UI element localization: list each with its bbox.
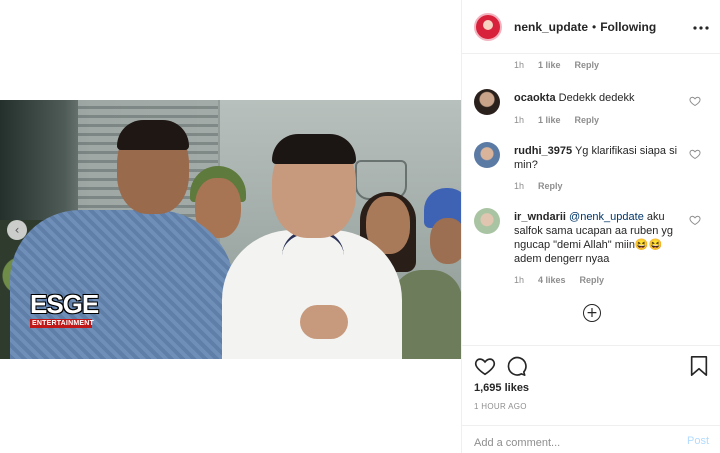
add-comment-bar: Post (462, 425, 720, 453)
bookmark-icon[interactable] (689, 355, 709, 377)
post-header: nenk_update • Following (462, 0, 720, 54)
plus-icon: + (586, 305, 598, 321)
comment-input[interactable] (474, 434, 664, 452)
man-center-hair (272, 134, 356, 164)
comment-time: 1h (514, 60, 525, 70)
comments-list[interactable]: 1h 1 like Reply ocaokta Dedekk dedekk 1h… (462, 55, 720, 345)
ellipsis-icon[interactable] (693, 18, 709, 34)
comment-text: ir_wndarii @nenk_update aku salfok sama … (514, 210, 684, 266)
following-button[interactable]: Following (600, 20, 656, 34)
heart-icon[interactable] (689, 148, 701, 160)
heart-icon[interactable] (689, 95, 701, 107)
reply-button[interactable]: Reply (538, 181, 563, 191)
like-count[interactable]: 1,695 likes (474, 382, 529, 394)
comment-username[interactable]: rudhi_3975 (514, 145, 572, 157)
comment-text: rudhi_3975 Yg klarifikasi siapa si min? (514, 144, 684, 172)
reply-button[interactable]: Reply (575, 60, 600, 70)
man-left-hair (117, 120, 189, 150)
comment-meta: 1h 4 likes Reply (514, 275, 604, 285)
comment-meta: 1h 1 like Reply (514, 115, 599, 125)
load-more-comments-button[interactable]: + (583, 304, 601, 322)
comment-username[interactable]: ir_wndarii (514, 211, 566, 223)
comment-time: 1h (514, 181, 525, 191)
comment-time: 1h (514, 275, 525, 285)
post-button[interactable]: Post (687, 435, 709, 447)
carousel-prev-button[interactable]: ‹ (7, 220, 27, 240)
post-actions: 1,695 likes 1 HOUR AGO (462, 345, 720, 425)
person-right-body (392, 270, 461, 359)
comment-likes[interactable]: 1 like (538, 115, 561, 125)
chevron-left-icon: ‹ (14, 223, 20, 237)
watermark-logo: ESGE ENTERTAINMENT (30, 289, 99, 330)
comment-text: ocaokta Dedekk dedekk (514, 91, 684, 105)
avatar[interactable] (474, 89, 500, 115)
comment-likes[interactable]: 4 likes (538, 275, 566, 285)
avatar[interactable] (474, 12, 502, 41)
list-item: ocaokta Dedekk dedekk 1h 1 like Reply (474, 89, 709, 139)
comment-time: 1h (514, 115, 525, 125)
comment-body: Dedekk dedekk (558, 92, 635, 104)
watermark-main: ESGE (30, 289, 99, 319)
comment-mention[interactable]: @nenk_update (569, 211, 644, 223)
comment-likes[interactable]: 1 like (538, 60, 561, 70)
post-details-panel: nenk_update • Following 1h 1 like Reply … (461, 0, 720, 453)
post-photo[interactable]: ESGE ENTERTAINMENT (0, 100, 461, 359)
man-center-hand (300, 305, 348, 339)
header-separator: • (592, 19, 597, 34)
post-timestamp[interactable]: 1 HOUR AGO (474, 402, 527, 411)
person-far-right-face (430, 218, 461, 264)
comment-meta: 1h Reply (514, 181, 563, 191)
list-item: ir_wndarii @nenk_update aku salfok sama … (474, 208, 709, 294)
avatar[interactable] (474, 208, 500, 234)
comment-username[interactable]: ocaokta (514, 92, 556, 104)
post-author-username[interactable]: nenk_update (514, 20, 588, 34)
list-item: rudhi_3975 Yg klarifikasi siapa si min? … (474, 142, 709, 198)
man-left-shirt (10, 210, 235, 359)
watermark-sub: ENTERTAINMENT (30, 319, 94, 328)
comment-meta-top: 1h 1 like Reply (514, 60, 599, 70)
post-media: ESGE ENTERTAINMENT ‹ (0, 0, 461, 453)
heart-icon[interactable] (474, 355, 496, 377)
heart-icon[interactable] (689, 214, 701, 226)
reply-button[interactable]: Reply (580, 275, 605, 285)
comment-icon[interactable] (505, 355, 527, 377)
reply-button[interactable]: Reply (575, 115, 600, 125)
avatar[interactable] (474, 142, 500, 168)
